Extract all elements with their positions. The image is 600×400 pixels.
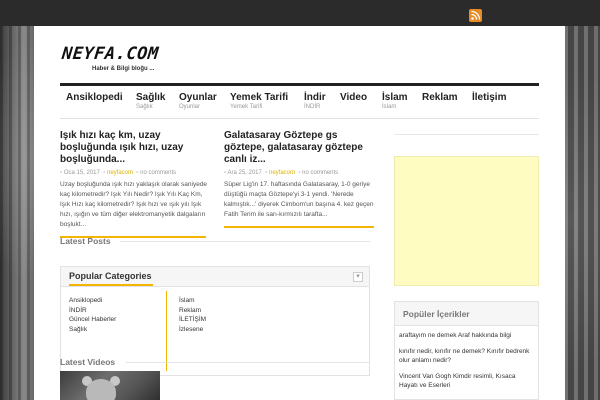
post-date: Oca 15, 2017 [63, 170, 100, 176]
popular-posts-widget: Popüler İçerikler araftayım ne demek Ara… [394, 301, 539, 400]
nav-item-iletisim[interactable]: İletişim [472, 92, 506, 104]
page-container: NEYFA.COM Haber & Bilgi bloğu ... Ansikl… [34, 26, 565, 400]
post-author[interactable]: neyfacom [107, 170, 133, 176]
section-divider [120, 241, 370, 242]
post-comments[interactable]: no comments [302, 170, 338, 176]
user-icon: ▫ [265, 170, 268, 176]
category-link[interactable]: İLETİŞİM [179, 316, 206, 326]
comment-icon: ▫ [136, 170, 139, 176]
background-right-detail [564, 0, 600, 400]
widget-title: Popüler İçerikler [403, 309, 470, 319]
category-link[interactable]: İslam [179, 297, 206, 307]
category-link[interactable]: Sağlık [69, 326, 116, 336]
section-heading-latest-videos: Latest Videos [60, 357, 116, 367]
widget-header: Popular Categories ▾ [61, 267, 369, 287]
popular-posts-list: araftayım ne demek Araf hakkında bilgi k… [395, 326, 538, 390]
nav-label: Oyunlar [179, 92, 217, 103]
logo-text: NEYFA.COM [60, 44, 160, 64]
chevron-down-icon[interactable]: ▾ [353, 272, 363, 282]
category-link[interactable]: Ansiklopedi [69, 297, 116, 307]
site-logo[interactable]: NEYFA.COM Haber & Bilgi bloğu ... [60, 44, 160, 72]
category-link[interactable]: Reklam [179, 307, 206, 317]
post-card: Galatasaray Göztepe gs göztepe, galatasa… [224, 130, 374, 228]
popular-post-link[interactable]: Vincent Van Gogh Kimdir resimli, Kısaca … [399, 372, 534, 390]
popular-post-link[interactable]: araftayım ne demek Araf hakkında bilgi [399, 331, 534, 340]
category-column: Ansiklopedi İNDİR Güncel Haberler Sağlık [69, 297, 116, 335]
nav-sub: Oyunlar [179, 104, 201, 110]
post-title[interactable]: Işık hızı kaç km, uzay boşluğunda ışık h… [60, 130, 210, 166]
post-title[interactable]: Galatasaray Göztepe gs göztepe, galatasa… [224, 130, 374, 166]
nav-label: Video [340, 92, 368, 103]
nav-item-indir[interactable]: İndir İNDİR [304, 92, 326, 110]
category-link[interactable]: İNDİR [69, 307, 116, 317]
sidebar-ad-slot[interactable] [394, 156, 539, 286]
nav-label: Ansiklopedi [66, 92, 123, 103]
section-divider [126, 362, 370, 363]
nav-label: Sağlık [136, 92, 166, 103]
post-excerpt: Uzay boşluğunda ışık hızı yaklaşık olara… [60, 181, 208, 228]
post-card: Işık hızı kaç km, uzay boşluğunda ışık h… [60, 130, 210, 238]
post-meta: ▫ Oca 15, 2017 ▫ neyfacom ▫ no comments [60, 170, 210, 176]
nav-sub: İslam [382, 104, 397, 110]
nav-item-oyunlar[interactable]: Oyunlar Oyunlar [179, 92, 217, 110]
nav-item-yemek-tarifi[interactable]: Yemek Tarifi Yemek Tarifi [230, 92, 288, 110]
nav-sub: İNDİR [304, 104, 321, 110]
nav-item-ansiklopedi[interactable]: Ansiklopedi [66, 92, 123, 104]
post-date: Ara 25, 2017 [227, 170, 262, 176]
section-heading-latest-posts: Latest Posts [60, 236, 111, 246]
widget-header: Popüler İçerikler [395, 302, 538, 326]
calendar-icon: ▫ [224, 170, 227, 176]
post-accent-bar [224, 226, 374, 228]
nav-label: Reklam [422, 92, 458, 103]
widget-title-underline [69, 284, 153, 286]
nav-sub: Sağlık [136, 104, 153, 110]
post-excerpt: Süper Lig'in 17. haftasında Galatasaray,… [224, 181, 374, 218]
video-thumbnail[interactable] [60, 371, 160, 400]
nav-item-reklam[interactable]: Reklam [422, 92, 458, 104]
category-link[interactable]: Güncel Haberler [69, 316, 116, 326]
category-column: İslam Reklam İLETİŞİM İzlesene [179, 297, 206, 335]
site-tagline: Haber & Bilgi bloğu ... [92, 66, 155, 72]
nav-label: İslam [382, 92, 408, 103]
koala-image [86, 379, 116, 400]
comment-icon: ▫ [298, 170, 301, 176]
nav-label: Yemek Tarifi [230, 92, 289, 103]
nav-label: İletişim [472, 92, 507, 103]
nav-item-video[interactable]: Video [340, 92, 367, 104]
main-nav: Ansiklopedi Sağlık Sağlık Oyunlar Oyunla… [60, 83, 539, 119]
calendar-icon: ▫ [60, 170, 63, 176]
sidebar-divider [394, 134, 539, 135]
rss-icon[interactable] [469, 9, 482, 22]
widget-title: Popular Categories [69, 271, 152, 281]
user-icon: ▫ [103, 170, 106, 176]
category-link[interactable]: İzlesene [179, 326, 206, 336]
post-comments[interactable]: no comments [140, 170, 176, 176]
popular-post-link[interactable]: kınıfır nedir, kınıfır ne demek? Kınıfır… [399, 347, 534, 365]
post-author[interactable]: neyfacom [269, 170, 295, 176]
nav-label: İndir [304, 92, 326, 103]
nav-item-islam[interactable]: İslam İslam [382, 92, 408, 110]
category-divider [166, 291, 167, 371]
top-bar [0, 0, 600, 26]
nav-sub: Yemek Tarifi [230, 104, 263, 110]
nav-item-saglik[interactable]: Sağlık Sağlık [136, 92, 165, 110]
post-meta: ▫ Ara 25, 2017 ▫ neyfacom ▫ no comments [224, 170, 374, 176]
